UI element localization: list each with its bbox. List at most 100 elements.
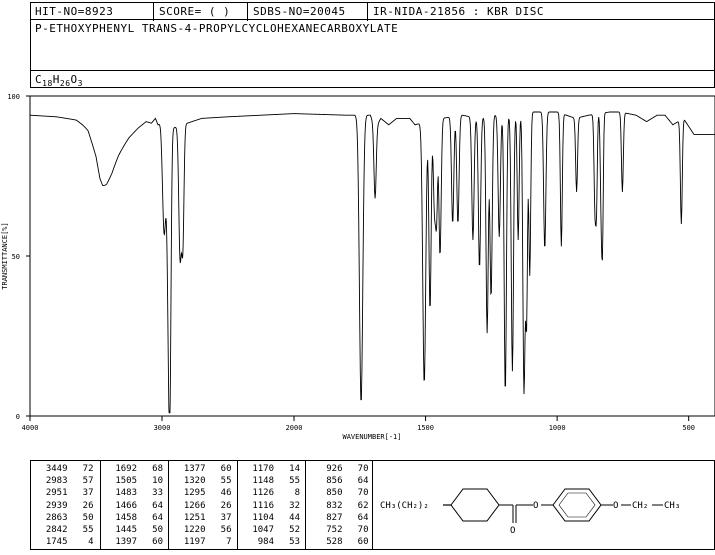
x-tick-label: 4000	[22, 424, 39, 432]
peak-wavenumber: 1220	[183, 525, 206, 535]
peak-transmittance: 55	[220, 476, 232, 487]
peak-wavenumber: 1745	[45, 537, 68, 548]
peak-transmittance: 14	[289, 464, 300, 474]
peak-transmittance: 52	[289, 525, 300, 535]
peak-wavenumber: 1295	[183, 488, 206, 499]
y-tick-label: 0	[16, 413, 20, 421]
peak-transmittance: 64	[152, 512, 163, 523]
x-axis-label: WAVENUMBER[-1]	[342, 433, 401, 441]
cyclohexane-ring	[450, 488, 500, 522]
spectrum-line	[29, 111, 715, 414]
peak-wavenumber: 926	[326, 464, 343, 474]
peak-column: 926 70 856 64 850 70 832 62 827 64 752 70 528 60	[305, 461, 375, 549]
peak-transmittance: 64	[357, 476, 369, 487]
peak-wavenumber: 1266	[183, 500, 206, 511]
peak-transmittance: 10	[152, 476, 163, 487]
peak-wavenumber: 2842	[45, 525, 68, 535]
peak-wavenumber: 856	[326, 476, 343, 487]
header-compound-box: P-ETHOXYPHENYL TRANS-4-PROPYLCYCLOHEXANE…	[30, 19, 715, 71]
methyl-label: CH₃	[664, 501, 680, 511]
ether-oxygen: O	[613, 501, 618, 511]
peak-transmittance: 55	[82, 525, 94, 535]
peak-transmittance: 64	[152, 500, 163, 511]
peak-transmittance: 62	[357, 500, 369, 511]
peak-column: 1692 68 1505 10 1483 33 1466 64 1458 64 1445 50 1397…	[99, 461, 170, 549]
benzene-ring	[552, 488, 602, 522]
peak-wavenumber: 1458	[115, 512, 137, 523]
methylene-label: CH₂	[632, 501, 648, 511]
peak-wavenumber: 832	[326, 500, 343, 511]
peak-transmittance: 57	[82, 476, 94, 487]
peak-transmittance: 26	[82, 500, 94, 511]
peak-wavenumber: 1197	[183, 537, 206, 548]
y-tick-label: 100	[7, 93, 20, 101]
peak-transmittance: 26	[220, 500, 232, 511]
peak-transmittance: 44	[289, 512, 300, 523]
peak-column: 1377 60 1320 55 1295 46 1266 26 1251 37 1220 56 1197…	[168, 461, 238, 549]
ir-spectrum-chart: 4000 3000 2000 1500 1000 500 0 50 100 WAVENUMBER…	[1, 93, 715, 441]
peak-transmittance: 64	[357, 512, 369, 523]
compound-name: P-ETHOXYPHENYL TRANS-4-PROPYLCYCLOHEXANE…	[35, 22, 399, 35]
peak-wavenumber: 1148	[252, 476, 274, 487]
x-tick-label: 1500	[417, 424, 434, 432]
structure-box: CH₃(CH₂)₂ O O O CH₂ CH₃	[372, 460, 715, 550]
peak-transmittance: 56	[220, 525, 232, 535]
peak-transmittance: 70	[357, 525, 369, 535]
peak-transmittance: 50	[152, 525, 163, 535]
peak-transmittance: 70	[357, 464, 369, 474]
peak-wavenumber: 2863	[45, 512, 68, 523]
peak-wavenumber: 1445	[115, 525, 137, 535]
molecular-formula: C18H26O3	[35, 73, 83, 89]
plot-frame	[29, 95, 715, 417]
structure-diagram: CH₃(CH₂)₂ O O O CH₂ CH₃	[380, 488, 680, 536]
header-row-1: HIT-NO=8923 SCORE= ( ) SDBS-NO=20045 IR-…	[30, 2, 715, 21]
peak-wavenumber: 1466	[115, 500, 137, 511]
peak-wavenumber: 1116	[252, 500, 274, 511]
peak-wavenumber: 1251	[183, 512, 206, 523]
peak-wavenumber: 1170	[252, 464, 274, 474]
peak-transmittance: 8	[294, 488, 300, 499]
peak-wavenumber: 1377	[183, 464, 206, 474]
y-axis-label: TRANSMITTANCE[%]	[1, 222, 9, 289]
peak-transmittance: 60	[152, 537, 163, 548]
ester-oxygen: O	[533, 501, 538, 511]
peak-wavenumber: 2939	[45, 500, 68, 511]
peak-wavenumber: 850	[326, 488, 343, 499]
peak-wavenumber: 1483	[115, 488, 137, 499]
peak-table: 3449 72 2983 57 2951 37 2939 26 2863 50 2842 55 1745…	[30, 460, 373, 550]
peak-wavenumber: 1692	[115, 464, 137, 474]
peak-wavenumber: 1126	[252, 488, 274, 499]
peak-transmittance: 4	[88, 537, 94, 548]
peak-transmittance: 37	[220, 512, 232, 523]
peak-transmittance: 68	[152, 464, 163, 474]
peak-wavenumber: 3449	[45, 464, 68, 474]
peak-wavenumber: 752	[326, 525, 343, 535]
peak-transmittance: 53	[289, 537, 300, 548]
header-formula-box: C18H26O3	[30, 70, 715, 88]
peak-transmittance: 7	[226, 537, 232, 548]
peak-transmittance: 55	[289, 476, 300, 487]
x-tick-label: 500	[682, 424, 695, 432]
y-tick-label: 50	[12, 253, 20, 261]
peak-wavenumber: 2951	[45, 488, 68, 499]
peak-wavenumber: 1505	[115, 476, 137, 487]
peak-wavenumber: 827	[326, 512, 343, 523]
peak-wavenumber: 528	[326, 537, 343, 548]
peak-wavenumber: 1397	[115, 537, 137, 548]
x-tick-label: 1000	[549, 424, 566, 432]
peak-wavenumber: 1047	[252, 525, 274, 535]
peak-transmittance: 33	[152, 488, 163, 499]
propyl-group-label: CH₃(CH₂)₂	[380, 501, 429, 511]
peak-transmittance: 70	[357, 488, 369, 499]
peak-transmittance: 72	[82, 464, 94, 474]
peak-column: 3449 72 2983 57 2951 37 2939 26 2863 50 2842 55 1745…	[31, 461, 100, 549]
peak-wavenumber: 2983	[45, 476, 68, 487]
peak-transmittance: 60	[357, 537, 369, 548]
peak-transmittance: 32	[289, 500, 300, 511]
peak-transmittance: 60	[220, 464, 232, 474]
benzene-inner-ring	[558, 492, 596, 518]
x-tick-label: 3000	[154, 424, 171, 432]
peak-wavenumber: 984	[257, 537, 274, 548]
peak-column: 1170 14 1148 55 1126 8 1116 32 1104 44 1047 52 984 53	[236, 461, 307, 549]
x-tick-label: 2000	[286, 424, 303, 432]
